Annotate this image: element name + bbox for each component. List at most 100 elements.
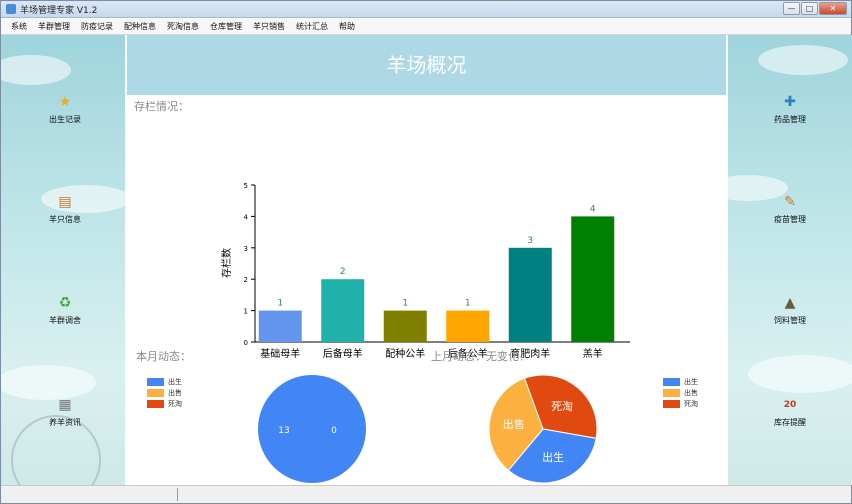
nav-flock-transfer[interactable]: ♻ 羊群调舍 (25, 294, 105, 326)
nav-label: 疫苗管理 (774, 215, 806, 224)
x-tick-label: 羔羊 (583, 347, 603, 360)
this-month-legend: 出生 出售 死淘 (147, 376, 182, 409)
this-month-section-label: 本月动态： (136, 350, 191, 363)
nav-label: 羊群调舍 (49, 316, 81, 325)
maximize-button[interactable]: □ (801, 2, 818, 15)
y-tick-label: 4 (244, 213, 249, 221)
nav-feed[interactable]: ▲ 饲料管理 (750, 294, 830, 326)
menu-culling[interactable]: 死淘信息 (167, 18, 199, 34)
cloud-decoration (1, 55, 71, 85)
left-sidebar: ★ 出生记录 ▤ 羊只信息 ♻ 羊群调舍 ▦ 养羊资讯 (1, 35, 125, 485)
legend-label: 出售 (168, 388, 182, 397)
legend-item: 死淘 (663, 398, 698, 409)
status-separator (177, 488, 178, 501)
nav-sheep-info[interactable]: ▤ 羊只信息 (25, 193, 105, 225)
minimize-button[interactable]: — (783, 2, 800, 15)
nav-label: 库存提醒 (774, 418, 806, 427)
nav-vaccine[interactable]: ✎ 疫苗管理 (750, 193, 830, 225)
legend-item: 出生 (147, 376, 182, 387)
nav-label: 养羊资讯 (49, 418, 81, 427)
window-controls: — □ ✕ (783, 2, 847, 16)
bar-data-label: 1 (402, 299, 408, 309)
bar-data-label: 3 (527, 236, 533, 246)
pie-slice-label: 0 (331, 426, 337, 436)
recycle-icon: ♻ (58, 295, 72, 311)
app-icon (6, 4, 16, 14)
main-panel: 羊场概况 存栏情况： 0 1 2 3 4 5 存栏数 1 基础母羊 2 后备母羊 1 配种公羊 1 后备公羊… (125, 35, 728, 485)
news-icon: ▦ (58, 397, 72, 413)
legend-item: 出售 (663, 387, 698, 398)
bar-data-label: 2 (340, 267, 346, 277)
menu-help[interactable]: 帮助 (339, 18, 355, 34)
stock-bar-chart: 012345存栏数1基础母羊2后备母羊1配种公羊1后备公羊3育肥肉羊4羔羊 (220, 182, 630, 360)
nav-sheep-news[interactable]: ▦ 养羊资讯 (25, 396, 105, 428)
bar (508, 247, 552, 342)
legend-label: 死淘 (684, 399, 698, 408)
cloud-decoration (748, 355, 852, 393)
pie-slice-label: 出生 (542, 450, 564, 464)
menu-system[interactable]: 系统 (11, 18, 27, 34)
legend-label: 死淘 (168, 399, 182, 408)
this-month-pie-chart: 13 0 (258, 375, 366, 483)
pie-slice (258, 375, 366, 483)
legend-item: 死淘 (147, 398, 182, 409)
calendar-icon: 20 (783, 400, 797, 410)
status-bar (1, 485, 851, 503)
cloud-decoration (758, 45, 848, 75)
pie-slice-label: 13 (278, 426, 289, 436)
menu-breeding[interactable]: 配种信息 (124, 18, 156, 34)
syringe-icon: ✎ (784, 194, 796, 210)
nav-birth-records[interactable]: ★ 出生记录 (25, 93, 105, 125)
nav-stock-alert[interactable]: 20 库存提醒 (750, 396, 830, 428)
nav-label: 药品管理 (774, 115, 806, 124)
menu-statistics[interactable]: 统计汇总 (296, 18, 328, 34)
x-tick-label: 后备母羊 (323, 347, 363, 360)
menu-bar: 系统 羊群管理 防疫记录 配种信息 死淘信息 仓库管理 羊只销售 统计汇总 帮助 (1, 18, 851, 35)
close-button[interactable]: ✕ (819, 2, 847, 15)
pie-slice-label: 出售 (503, 417, 525, 431)
legend-swatch (147, 377, 164, 386)
y-tick-label: 3 (244, 245, 248, 253)
legend-swatch (663, 377, 680, 386)
y-tick-label: 2 (244, 276, 248, 284)
medicine-icon: ✚ (784, 94, 796, 110)
last-month-legend: 出生 出售 死淘 (663, 376, 698, 409)
bar (258, 310, 302, 342)
star-lamb-icon: ★ (58, 94, 72, 110)
last-month-pie-chart: 死淘出生 出售 (488, 374, 598, 484)
nav-label: 羊只信息 (49, 215, 81, 224)
legend-swatch (663, 388, 680, 397)
pie-slice-label: 死淘 (551, 400, 573, 413)
window-title: 羊场管理专家 V1.2 (20, 6, 98, 16)
header-banner: 羊场概况 (127, 35, 726, 95)
bar-data-label: 1 (277, 299, 283, 309)
legend-label: 出生 (168, 377, 182, 386)
x-tick-label: 基础母羊 (260, 347, 300, 360)
bar-data-label: 1 (465, 299, 471, 309)
page-title: 羊场概况 (386, 53, 467, 77)
legend-label: 出售 (684, 388, 698, 397)
bar (446, 310, 490, 342)
nav-label: 饲料管理 (774, 316, 806, 325)
app-window: 羊场管理专家 V1.2 — □ ✕ 系统 羊群管理 防疫记录 配种信息 死淘信息… (0, 0, 852, 504)
y-axis-label: 存栏数 (220, 248, 233, 278)
feed-icon: ▲ (784, 295, 796, 311)
menu-vaccination[interactable]: 防疫记录 (81, 18, 113, 34)
right-sidebar: ✚ 药品管理 ✎ 疫苗管理 ▲ 饲料管理 20 库存提醒 (728, 35, 852, 485)
nav-medicine[interactable]: ✚ 药品管理 (750, 93, 830, 125)
menu-sales[interactable]: 羊只销售 (253, 18, 285, 34)
title-bar[interactable]: 羊场管理专家 V1.2 — □ ✕ (1, 1, 851, 18)
stock-section-label: 存栏情况： (134, 100, 189, 113)
bar (321, 279, 365, 342)
legend-item: 出售 (147, 387, 182, 398)
menu-flock[interactable]: 羊群管理 (38, 18, 70, 34)
legend-swatch (147, 388, 164, 397)
document-icon: ▤ (58, 194, 72, 210)
menu-warehouse[interactable]: 仓库管理 (210, 18, 242, 34)
y-tick-label: 0 (244, 339, 248, 347)
legend-swatch (147, 399, 164, 408)
bar-data-label: 4 (590, 204, 596, 214)
x-tick-label: 配种公羊 (385, 347, 425, 360)
legend-item: 出生 (663, 376, 698, 387)
legend-label: 出生 (684, 377, 698, 386)
